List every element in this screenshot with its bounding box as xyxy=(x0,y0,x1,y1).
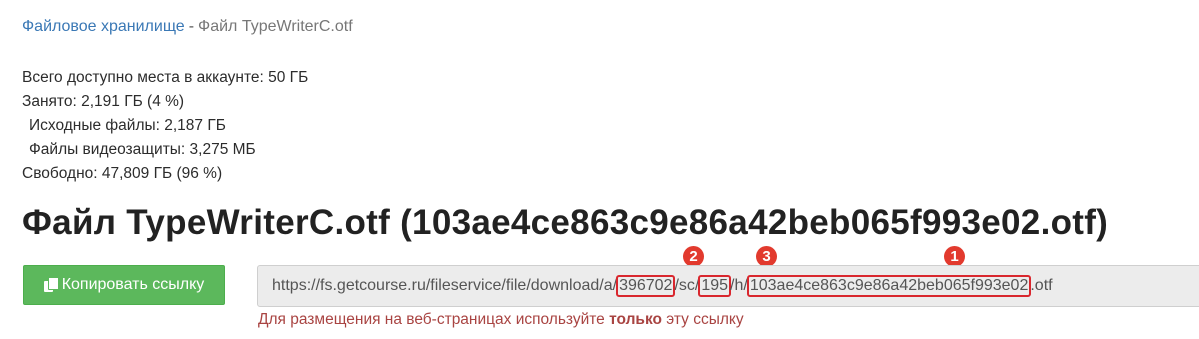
breadcrumb-separator: - xyxy=(188,18,195,35)
page-title: Файл TypeWriterC.otf (103ae4ce863c9e86a4… xyxy=(22,203,1109,242)
marker-3: 3 xyxy=(756,246,777,267)
storage-used: Занято: 2,191 ГБ (4 %) xyxy=(22,93,185,110)
storage-source-files: Исходные файлы: 2,187 ГБ xyxy=(29,117,226,134)
breadcrumb: Файловое хранилище - Файл TypeWriterC.otf xyxy=(22,18,353,36)
usage-notice: Для размещения на веб-страницах использу… xyxy=(258,311,744,329)
marker-2: 2 xyxy=(683,246,704,267)
url-sep-sc: /sc/ xyxy=(674,277,700,294)
breadcrumb-file-storage-link[interactable]: Файловое хранилище xyxy=(22,18,185,35)
url-prefix: https://fs.getcourse.ru/fileservice/file… xyxy=(272,277,618,294)
url-hash: 103ae4ce863c9e86a42beb065f993e02 xyxy=(746,275,1032,297)
marker-1: 1 xyxy=(944,246,965,267)
url-ext: .otf xyxy=(1030,277,1053,294)
storage-summary: Всего доступно места в аккаунте: 50 ГБ З… xyxy=(22,66,308,186)
notice-after: эту ссылку xyxy=(666,311,744,328)
copy-link-label: Копировать ссылку xyxy=(61,276,205,293)
url-sep-h: /h/ xyxy=(730,277,748,294)
storage-free: Свободно: 47,809 ГБ (96 %) xyxy=(22,165,223,182)
breadcrumb-current: Файл TypeWriterC.otf xyxy=(198,18,353,35)
url-account-id: 396702 xyxy=(616,275,676,297)
download-url-field[interactable]: https://fs.getcourse.ru/fileservice/file… xyxy=(257,265,1199,307)
storage-video-protection: Файлы видеозащиты: 3,275 МБ xyxy=(29,141,256,158)
copy-icon xyxy=(43,277,59,293)
notice-emphasis: только xyxy=(609,311,662,328)
copy-link-button[interactable]: Копировать ссылку xyxy=(23,265,225,305)
storage-total: Всего доступно места в аккаунте: 50 ГБ xyxy=(22,69,309,86)
notice-before: Для размещения на веб-страницах использу… xyxy=(258,311,605,328)
url-sc-id: 195 xyxy=(698,275,732,297)
